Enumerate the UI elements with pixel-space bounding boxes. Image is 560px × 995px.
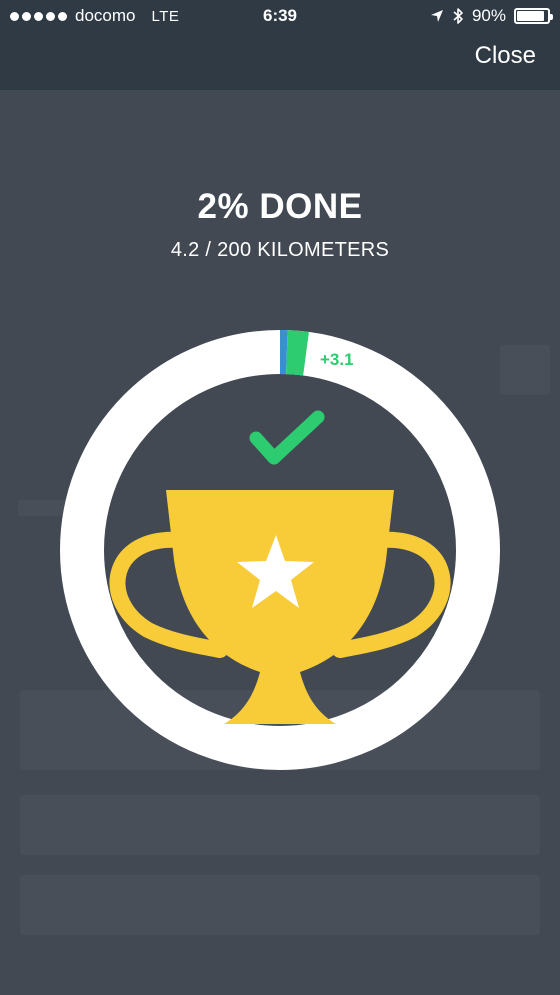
- battery-percent: 90%: [471, 6, 506, 25]
- checkmark-icon: [249, 410, 325, 465]
- battery-level-fill: [517, 11, 544, 21]
- bluetooth-icon: [453, 8, 463, 24]
- background-content: [20, 795, 540, 855]
- progress-arc-delta: [285, 330, 309, 376]
- signal-dots-icon: [10, 11, 67, 21]
- trophy-cup: [166, 490, 394, 724]
- header-bar: Close: [0, 32, 560, 90]
- close-button[interactable]: Close: [475, 42, 536, 70]
- progress-subtitle: 4.2 / 200 KILOMETERS: [170, 239, 390, 261]
- carrier-name: docomo: [75, 6, 136, 25]
- screen: docomo LTE 6:39 90% Close 2% DONE 4.2 / …: [0, 0, 560, 995]
- progress-title: 2% DONE: [197, 187, 363, 226]
- progress-ring: [60, 330, 500, 770]
- progress-delta-label: +3.1: [320, 350, 354, 369]
- status-bar: docomo LTE 6:39 90%: [0, 0, 560, 32]
- network-type: LTE: [151, 7, 180, 25]
- location-arrow-icon: [430, 10, 443, 22]
- background-content: [20, 875, 540, 935]
- battery-icon: [514, 8, 553, 24]
